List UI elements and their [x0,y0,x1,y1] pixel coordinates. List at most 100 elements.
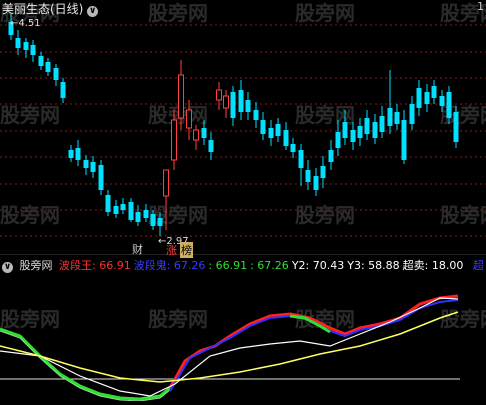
badge-finance[interactable]: 财 [132,241,143,257]
candle [30,40,36,62]
candle-body [298,150,304,168]
candle-body [113,206,119,214]
candle-body [350,130,356,142]
candle [431,80,437,104]
candle [416,80,422,116]
candle [38,52,44,70]
candle-body [75,148,81,160]
indicator-name: 股旁网 [19,259,53,272]
candle [320,156,326,188]
candle-body [223,95,229,109]
candle [135,205,141,226]
candle [401,110,407,164]
candle [453,106,459,148]
candle-body [379,116,385,132]
candle-body [105,195,111,212]
candle-body [342,122,348,138]
candle [357,118,363,146]
indicator-chart[interactable]: 股旁网股旁网股旁网股旁网 [0,256,486,402]
candle-body [171,119,177,161]
indicator-item-1: 波段鬼: 67.26 [133,259,206,272]
candle-body [83,160,89,168]
collapse-icon[interactable]: ∨ [2,262,13,273]
candle-body [120,204,126,210]
candle-body [90,162,96,172]
candle-body [290,144,296,152]
candle [290,138,296,158]
candle [283,122,289,150]
candle [387,70,393,134]
indicator-item-2: : 66.91 [208,259,248,272]
candle-body [186,109,192,129]
candle [216,82,222,110]
indicator-panel[interactable]: 股旁网股旁网股旁网股旁网 ∨ 股旁网 波段王: 66.91波段鬼: 67.26:… [0,256,486,402]
candle [230,86,236,126]
indicator-item-5: Y3: 58.88 [347,259,400,272]
candlestick-chart[interactable]: 股旁网股旁网股旁网股旁网股旁网股旁网股旁网股旁网股旁网股旁网股旁网股旁网 [0,0,486,256]
corner-label: 1 [477,0,484,13]
line-green [0,327,171,401]
candle [60,78,66,103]
candle [83,155,89,175]
candle [313,168,319,196]
candle-body [68,150,74,158]
indicator-overflow: 超 [472,259,484,272]
candle-body [135,212,141,222]
candle [45,58,51,76]
candle-body [453,112,459,142]
candle-body [15,38,21,48]
candle-body [23,42,29,50]
candle [113,200,119,218]
candle-body [387,108,393,126]
candle-body [163,169,169,197]
candle-body [193,129,199,141]
candle [394,104,400,130]
indicator-item-3: : 67.26 [250,259,289,272]
watermark: 股旁网 [0,103,60,127]
watermark: 股旁网 [0,203,60,227]
candle [305,160,311,190]
candle-body [38,56,44,66]
candle-body [328,150,334,162]
candle-body [208,140,214,152]
candle-body [45,62,51,72]
candle [238,80,244,120]
candle-body [150,214,156,226]
candle [68,145,74,162]
stock-title: 美丽生态(日线) [2,2,84,16]
max-price-label: ←4.51 [10,18,41,29]
candle [223,90,229,118]
candle [98,160,104,195]
indicator-item-4: Y2: 70.43 [291,259,345,272]
candle-body [53,68,59,80]
candle-body [394,112,400,124]
candle-body [230,92,236,118]
candle-body [424,92,430,104]
candle-body [431,86,437,98]
candle-body [372,122,378,138]
indicator-item-0: 波段王: 66.91 [59,259,131,272]
chart-title: 美丽生态(日线) ∨ [2,0,99,17]
candle-body [201,128,207,138]
collapse-icon[interactable]: ∨ [87,6,99,17]
candle [409,96,415,130]
max-price-value: 4.51 [18,18,41,29]
candle [23,38,29,58]
candle-body [364,118,370,134]
watermark: 股旁网 [148,1,208,25]
watermark: 股旁网 [0,307,60,331]
candle [364,110,370,140]
indicator-item-6: 超卖: 18.00 [402,259,464,272]
watermark: 股旁网 [440,203,486,227]
candlestick-panel[interactable]: 股旁网股旁网股旁网股旁网股旁网股旁网股旁网股旁网股旁网股旁网股旁网股旁网 美丽生… [0,0,486,258]
candle-body [320,166,326,178]
candle-body [416,88,422,108]
candle-body [178,74,184,119]
candle [328,140,334,170]
candle-body [313,176,319,190]
candle [245,92,251,120]
candle-body [446,92,452,118]
candle [372,114,378,144]
watermark: 股旁网 [148,307,208,331]
candle [275,118,281,142]
